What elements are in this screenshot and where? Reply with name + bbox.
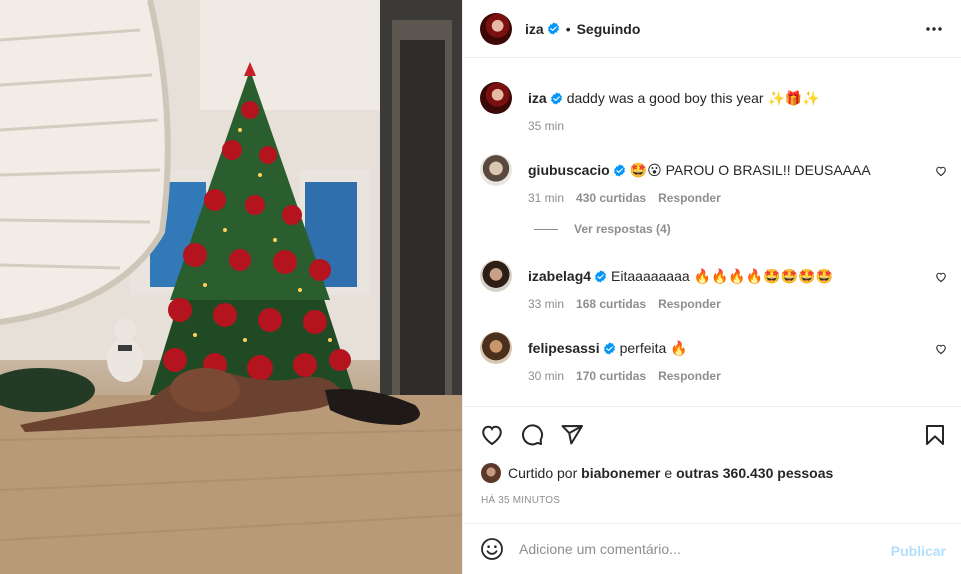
author-username[interactable]: iza xyxy=(525,21,544,37)
caption-text: daddy was a good boy this year ✨🎁✨ xyxy=(566,90,820,106)
caption-avatar[interactable] xyxy=(480,82,512,114)
verified-icon xyxy=(603,342,615,355)
comment-likes[interactable]: 430 curtidas xyxy=(576,191,646,205)
verified-icon xyxy=(550,92,562,105)
author-info: iza • Seguindo xyxy=(525,21,640,37)
caption-username[interactable]: iza xyxy=(528,90,547,106)
post-header: iza • Seguindo xyxy=(463,0,961,58)
view-replies-button[interactable]: Ver respostas (4) xyxy=(534,222,671,236)
comment-text: perfeita 🔥 xyxy=(619,340,688,356)
emoji-icon[interactable] xyxy=(480,537,504,561)
comment-time[interactable]: 30 min xyxy=(528,369,564,383)
liked-by-user[interactable]: biabonemer xyxy=(581,465,660,481)
post-panel: iza • Seguindo iza daddy was a good boy t… xyxy=(462,0,961,574)
commenter-username[interactable]: izabelag4 xyxy=(528,268,591,284)
comment-likes[interactable]: 170 curtidas xyxy=(576,369,646,383)
post-timestamp[interactable]: HÁ 35 MINUTOS xyxy=(481,495,560,506)
commenter-avatar[interactable] xyxy=(480,332,512,364)
reply-button[interactable]: Responder xyxy=(658,297,721,311)
comment-item: giubuscacio 🤩😮 PAROU O BRASIL!! DEUSAAAA … xyxy=(480,154,947,205)
reply-button[interactable]: Responder xyxy=(658,369,721,383)
comment-item: felipesassi perfeita 🔥 30 min 170 curtida… xyxy=(480,332,947,383)
more-options-button[interactable] xyxy=(925,20,943,38)
verified-icon xyxy=(595,270,606,283)
comment-text: Eitaaaaaaaa 🔥🔥🔥🔥🤩🤩🤩🤩 xyxy=(611,268,834,284)
heart-icon[interactable] xyxy=(935,271,947,283)
share-icon[interactable] xyxy=(560,423,584,447)
comment-item: izabelag4 Eitaaaaaaaa 🔥🔥🔥🔥🤩🤩🤩🤩 33 min 168… xyxy=(480,260,947,311)
caption: iza daddy was a good boy this year ✨🎁✨ 35… xyxy=(480,82,947,133)
post-photo[interactable] xyxy=(0,0,462,574)
verified-icon xyxy=(613,164,625,177)
comment-text: 🤩😮 PAROU O BRASIL!! DEUSAAAA xyxy=(629,162,871,178)
view-replies-line xyxy=(534,228,558,230)
publish-button[interactable]: Publicar xyxy=(891,543,946,559)
comment-time[interactable]: 33 min xyxy=(528,297,564,311)
heart-icon[interactable] xyxy=(935,343,947,355)
commenter-avatar[interactable] xyxy=(480,260,512,292)
commenter-username[interactable]: giubuscacio xyxy=(528,162,610,178)
comment-icon[interactable] xyxy=(520,423,544,447)
comment-time[interactable]: 31 min xyxy=(528,191,564,205)
author-avatar[interactable] xyxy=(480,12,512,45)
commenter-avatar[interactable] xyxy=(480,154,512,186)
liked-by-others[interactable]: outras 360.430 pessoas xyxy=(676,465,833,481)
comment-likes[interactable]: 168 curtidas xyxy=(576,297,646,311)
liked-by-prefix: Curtido por xyxy=(508,465,578,481)
verified-icon xyxy=(547,22,559,35)
more-icon xyxy=(926,27,942,31)
save-icon[interactable] xyxy=(923,423,947,447)
liked-by: Curtido por biabonemer e outras 360.430 … xyxy=(481,463,833,483)
comments-list[interactable]: iza daddy was a good boy this year ✨🎁✨ 35… xyxy=(463,58,961,406)
caption-time[interactable]: 35 min xyxy=(528,119,564,133)
view-replies-label: Ver respostas (4) xyxy=(574,222,671,236)
follow-status-button[interactable]: Seguindo xyxy=(577,21,641,37)
heart-icon[interactable] xyxy=(935,165,947,177)
reply-button[interactable]: Responder xyxy=(658,191,721,205)
commenter-username[interactable]: felipesassi xyxy=(528,340,600,356)
liked-by-connector: e xyxy=(664,465,673,481)
comment-input[interactable] xyxy=(519,541,859,557)
separator-dot: • xyxy=(565,20,571,37)
liked-by-avatar[interactable] xyxy=(481,463,501,483)
photo-illustration xyxy=(0,0,462,574)
add-comment-bar: Publicar xyxy=(463,523,961,574)
heart-icon[interactable] xyxy=(480,423,504,447)
post-actions xyxy=(463,406,961,462)
